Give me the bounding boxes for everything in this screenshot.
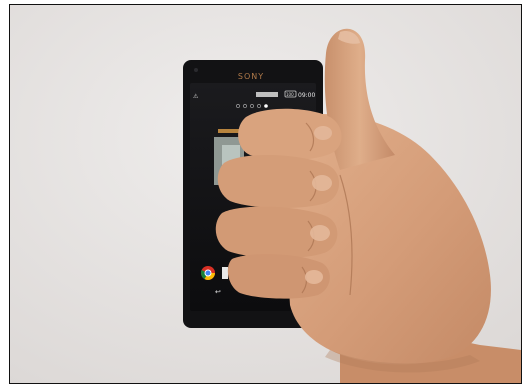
photo-frame: SONY ⚠ 100 09:00 ↩ xyxy=(9,4,522,384)
warning-icon: ⚠ xyxy=(193,93,199,100)
back-icon: ↩ xyxy=(215,288,221,296)
status-icons xyxy=(256,92,278,97)
phone-brand-logo: SONY xyxy=(238,72,264,81)
photo-scene: SONY ⚠ 100 09:00 ↩ xyxy=(10,5,521,383)
chrome-icon xyxy=(200,266,215,280)
front-camera xyxy=(194,68,198,72)
battery-level: 100 xyxy=(286,92,294,97)
status-time: 09:00 xyxy=(298,92,315,99)
dock-app-icon xyxy=(222,267,228,279)
